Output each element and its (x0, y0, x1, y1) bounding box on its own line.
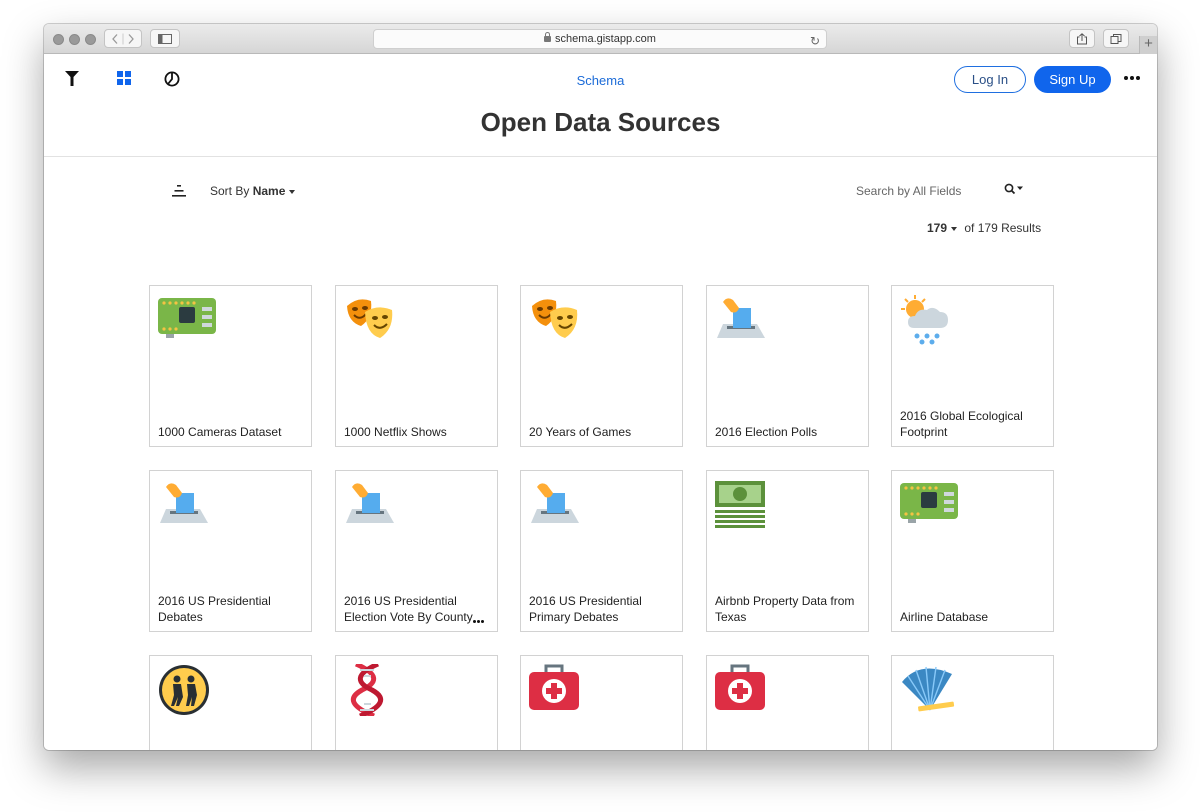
data-source-card[interactable] (706, 655, 869, 750)
card-title: 2016 US Presidential Primary Debates (529, 594, 642, 624)
page-content: Schema Log In Sign Up Open Data Sources … (44, 55, 1157, 750)
children-crossing-icon (159, 665, 209, 715)
search-icon[interactable] (1004, 183, 1026, 195)
new-tab-button[interactable]: + (1139, 36, 1157, 54)
results-per-page-select[interactable]: 179 (927, 221, 947, 235)
signup-button[interactable]: Sign Up (1034, 66, 1111, 93)
sort-label: Sort By (210, 184, 250, 198)
page-title: Open Data Sources (480, 107, 721, 137)
close-window-button[interactable] (53, 34, 64, 45)
results-total: of 179 Results (964, 221, 1042, 235)
back-forward-buttons[interactable] (104, 29, 142, 48)
results-summary: 179 of 179 Results (927, 221, 1041, 235)
caret-down-icon (289, 189, 296, 194)
card-title: 2016 Global Ecological Footprint (900, 409, 1023, 439)
ballot-box-icon (531, 483, 579, 523)
data-source-card[interactable]: 1000 Netflix Shows (335, 285, 498, 447)
data-source-card[interactable]: 2016 US Presidential Primary Debates (520, 470, 683, 632)
data-source-card[interactable]: 2016 US Presidential Debates (149, 470, 312, 632)
card-title: 20 Years of Games (529, 425, 632, 439)
tabs-icon (1110, 33, 1122, 44)
share-icon (1077, 32, 1087, 44)
first-aid-kit-icon (529, 664, 579, 710)
ballot-box-icon (346, 483, 394, 523)
ballot-box-icon (160, 483, 208, 523)
sidebar-toggle-button[interactable] (150, 29, 180, 48)
data-source-card[interactable] (335, 655, 498, 750)
card-title: 2016 US Presidential Election Vote By Co… (344, 594, 473, 624)
data-source-card[interactable]: Airbnb Property Data from Texas (706, 470, 869, 632)
sort-value: Name (252, 184, 286, 198)
login-button[interactable]: Log In (954, 66, 1026, 93)
data-source-card[interactable] (149, 655, 312, 750)
card-title: 2016 US Presidential Debates (158, 594, 271, 624)
minimize-window-button[interactable] (69, 34, 80, 45)
data-source-card[interactable] (891, 655, 1054, 750)
zoom-window-button[interactable] (85, 34, 96, 45)
sun-rain-cloud-icon (901, 295, 948, 345)
card-title: Airline Database (900, 610, 989, 624)
more-options-icon[interactable] (1124, 76, 1142, 81)
data-source-card[interactable]: 2016 US Presidential Election Vote By Co… (335, 470, 498, 632)
folding-fan-icon (902, 666, 955, 712)
data-source-card[interactable] (520, 655, 683, 750)
dna-icon (350, 664, 384, 716)
url-text: schema.gistapp.com (555, 33, 656, 45)
theater-masks-icon (532, 299, 578, 338)
sort-order-icon[interactable] (172, 185, 186, 197)
circuit-board-icon (900, 483, 958, 523)
data-source-card[interactable]: 2016 Election Polls (706, 285, 869, 447)
share-button[interactable] (1069, 29, 1095, 48)
circuit-board-icon (158, 298, 216, 338)
data-source-card[interactable]: 1000 Cameras Dataset (149, 285, 312, 447)
address-bar[interactable]: schema.gistapp.com ↻ (373, 29, 827, 49)
tabs-overview-button[interactable] (1103, 29, 1129, 48)
data-source-card[interactable]: 2016 Global Ecological Footprint (891, 285, 1054, 447)
sort-dropdown[interactable]: Sort By Name (210, 184, 296, 198)
card-title: 2016 Election Polls (715, 425, 818, 439)
theater-masks-icon (347, 299, 393, 338)
money-stack-icon (715, 481, 765, 528)
browser-window: schema.gistapp.com ↻ + Schema Log In Sig… (44, 24, 1157, 750)
chevron-left-right-icon (112, 33, 134, 44)
first-aid-kit-icon (715, 664, 765, 710)
header-divider (44, 156, 1157, 157)
data-source-card[interactable]: 20 Years of Games (520, 285, 683, 447)
caret-down-icon[interactable] (951, 226, 958, 231)
search-input[interactable]: Search by All Fields (856, 184, 961, 198)
card-title: 1000 Netflix Shows (344, 425, 447, 439)
card-more-icon[interactable] (473, 620, 485, 623)
lock-icon (544, 32, 552, 42)
reload-icon[interactable]: ↻ (810, 32, 820, 50)
card-title: 1000 Cameras Dataset (158, 425, 282, 439)
ballot-box-icon (717, 298, 765, 338)
browser-titlebar: schema.gistapp.com ↻ + (44, 24, 1157, 54)
card-title: Airbnb Property Data from Texas (715, 594, 855, 624)
sidebar-icon (158, 33, 172, 44)
data-source-card[interactable]: Airline Database (891, 470, 1054, 632)
